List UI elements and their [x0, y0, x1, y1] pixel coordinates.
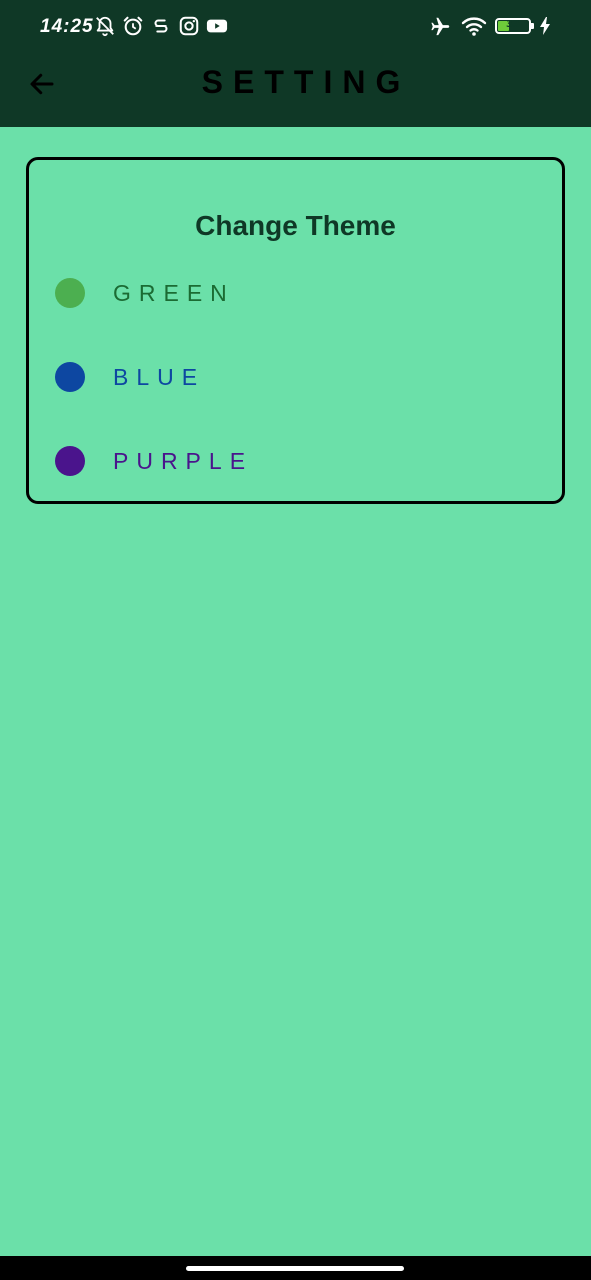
wifi-icon — [461, 17, 487, 36]
theme-option-purple[interactable]: PURPLE — [55, 441, 515, 481]
home-indicator[interactable] — [186, 1266, 404, 1271]
settings-screen: 14:25 33 SETTING Change Theme GREEN BLUE… — [0, 0, 591, 1280]
theme-option-green[interactable]: GREEN — [55, 273, 515, 313]
s-app-icon — [154, 19, 168, 33]
theme-option-blue[interactable]: BLUE — [55, 357, 515, 397]
status-bar: 14:25 33 — [0, 0, 591, 52]
bell-off-icon — [96, 16, 114, 37]
card-title: Change Theme — [195, 210, 396, 241]
battery-icon: 33 — [495, 18, 534, 34]
battery-level: 33 — [506, 19, 520, 30]
navigation-bar — [0, 1256, 591, 1280]
instagram-icon — [179, 16, 199, 36]
app-bar: 14:25 33 SETTING — [0, 0, 591, 127]
alarm-icon — [123, 16, 143, 36]
system-icons: 33 — [429, 14, 551, 38]
theme-label-purple: PURPLE — [113, 447, 254, 474]
status-time: 14:25 — [40, 16, 94, 37]
theme-card: Change Theme GREEN BLUE PURPLE — [26, 157, 565, 504]
theme-label-blue: BLUE — [113, 363, 206, 390]
notification-icons — [94, 14, 228, 38]
youtube-icon — [206, 19, 228, 33]
purple-dot — [55, 446, 85, 476]
airplane-icon — [431, 17, 450, 36]
green-dot — [55, 278, 85, 308]
blue-dot — [55, 362, 85, 392]
charging-icon — [540, 17, 550, 35]
page-title: SETTING — [201, 64, 411, 100]
theme-label-green: GREEN — [113, 279, 235, 306]
